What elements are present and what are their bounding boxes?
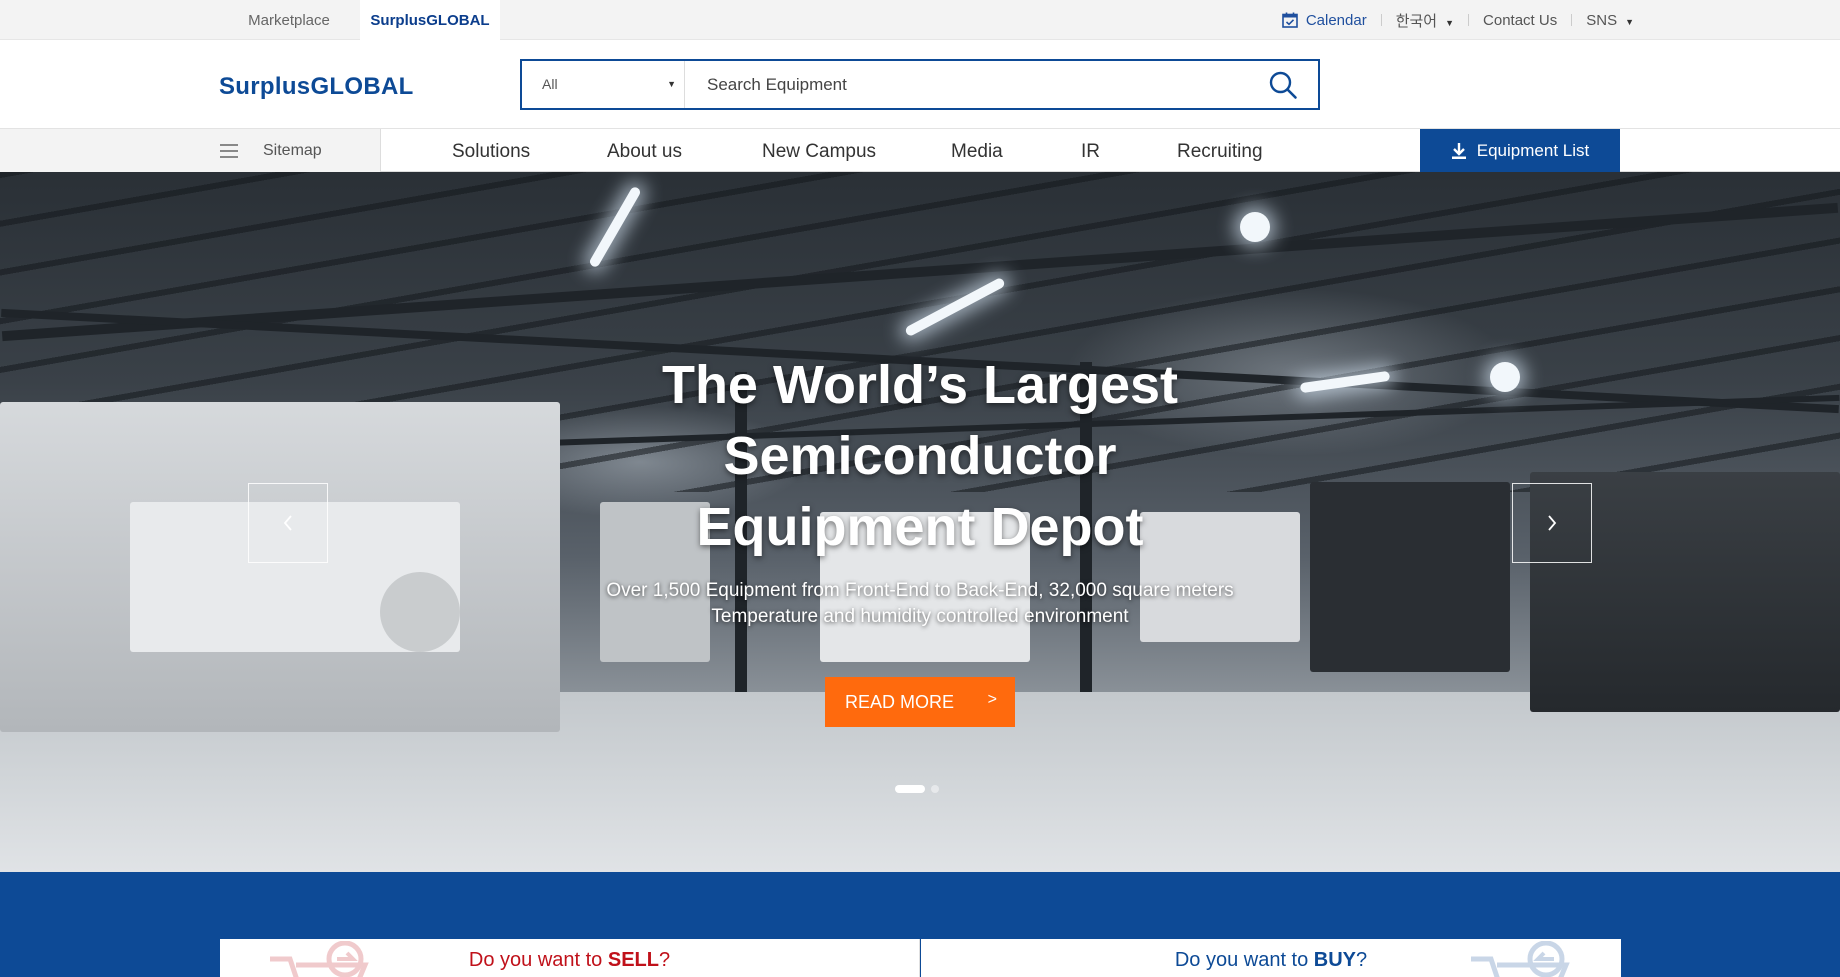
nav-item-media[interactable]: Media	[951, 129, 1003, 172]
nav-item-new-campus[interactable]: New Campus	[762, 129, 876, 172]
caret-down-icon: ▼	[667, 79, 676, 89]
hero-title: The World’s Largest Semiconductor Equipm…	[520, 350, 1320, 563]
nav-item-ir[interactable]: IR	[1081, 129, 1100, 172]
cart-arrow-icon	[1471, 941, 1570, 977]
search-category-select[interactable]: All ▼	[522, 61, 684, 108]
equipment-port	[380, 572, 460, 652]
sell-strong: SELL	[607, 949, 659, 971]
sell-card[interactable]: Do you want to SELL?	[220, 939, 920, 977]
calendar-link[interactable]: Calendar	[1282, 12, 1367, 29]
hero-title-line: The World’s Largest	[661, 355, 1179, 415]
language-select[interactable]: 한국어 ▼	[1396, 10, 1454, 31]
hero-title-line: Equipment Depot	[696, 497, 1144, 557]
buy-suffix: ?	[1356, 949, 1368, 971]
caret-down-icon: ▼	[1625, 16, 1634, 27]
hero-subtitle-line: Over 1,500 Equipment from Front-End to B…	[606, 580, 1234, 601]
sell-prefix: Do you want to	[468, 949, 608, 971]
calendar-icon	[1282, 12, 1298, 28]
download-icon	[1451, 142, 1466, 159]
chevron-left-icon	[283, 515, 292, 531]
read-more-button[interactable]: READ MORE >	[825, 677, 1015, 727]
calendar-label: Calendar	[1305, 11, 1367, 29]
search-button[interactable]	[1268, 70, 1300, 100]
ceiling-light	[1490, 362, 1520, 392]
chevron-right-icon	[1548, 515, 1557, 531]
hamburger-icon	[220, 144, 238, 158]
caret-down-icon: ▼	[1445, 17, 1455, 28]
search-bar: All ▼	[520, 59, 1320, 110]
sitemap-label: Sitemap	[263, 142, 322, 159]
divider	[1571, 14, 1573, 26]
divider	[1380, 14, 1382, 26]
carousel-pagination	[895, 785, 939, 793]
sns-menu[interactable]: SNS ▼	[1586, 12, 1634, 29]
main-nav: Sitemap Solutions About us New Campus Me…	[0, 129, 1840, 172]
cart-arrow-icon	[270, 941, 369, 977]
hero-subtitle-line: Temperature and humidity controlled envi…	[711, 606, 1129, 627]
hero-subtitle: Over 1,500 Equipment from Front-End to B…	[520, 578, 1320, 630]
buy-card[interactable]: Do you want to BUY?	[921, 939, 1621, 977]
ceiling-light	[1240, 212, 1270, 242]
carousel-dot[interactable]	[931, 785, 939, 793]
tab-surplusglobal[interactable]: SurplusGLOBAL	[360, 0, 500, 41]
read-more-label: READ MORE	[845, 691, 955, 712]
nav-item-recruiting[interactable]: Recruiting	[1177, 129, 1263, 172]
chevron-right-icon: >	[987, 691, 997, 708]
search-category-value: All	[542, 76, 558, 92]
site-header: SurplusGLOBAL All ▼	[0, 40, 1840, 129]
nav-item-solutions[interactable]: Solutions	[452, 129, 530, 172]
logo[interactable]: SurplusGLOBAL	[219, 73, 414, 101]
hero-title-line: Semiconductor	[723, 426, 1117, 486]
top-utility-bar: Marketplace SurplusGLOBAL Calendar 한국어 ▼ …	[0, 0, 1840, 41]
sell-buy-section: Do you want to SELL? Do you want to BUY?	[0, 872, 1840, 977]
equipment-list-label: Equipment List	[1476, 140, 1590, 160]
carousel-dot-active[interactable]	[895, 785, 925, 793]
language-label: 한국어	[1395, 12, 1438, 30]
hero-carousel: The World’s Largest Semiconductor Equipm…	[0, 172, 1840, 872]
equipment-list-button[interactable]: Equipment List	[1420, 129, 1620, 172]
buy-strong: BUY	[1313, 949, 1357, 971]
carousel-next-button[interactable]	[1512, 483, 1592, 563]
sell-suffix: ?	[658, 949, 671, 971]
search-icon	[1269, 71, 1297, 99]
nav-item-about-us[interactable]: About us	[607, 129, 682, 172]
buy-prefix: Do you want to	[1174, 949, 1314, 971]
tab-marketplace[interactable]: Marketplace	[226, 0, 352, 40]
equipment-dark	[1310, 482, 1510, 672]
utility-links: Calendar 한국어 ▼ Contact Us SNS ▼	[1282, 0, 1634, 40]
divider	[1468, 14, 1470, 26]
sitemap-button[interactable]: Sitemap	[0, 129, 381, 172]
search-input[interactable]	[684, 61, 1244, 108]
carousel-prev-button[interactable]	[248, 483, 328, 563]
contact-us-link[interactable]: Contact Us	[1483, 12, 1557, 29]
sns-label: SNS	[1586, 11, 1618, 29]
